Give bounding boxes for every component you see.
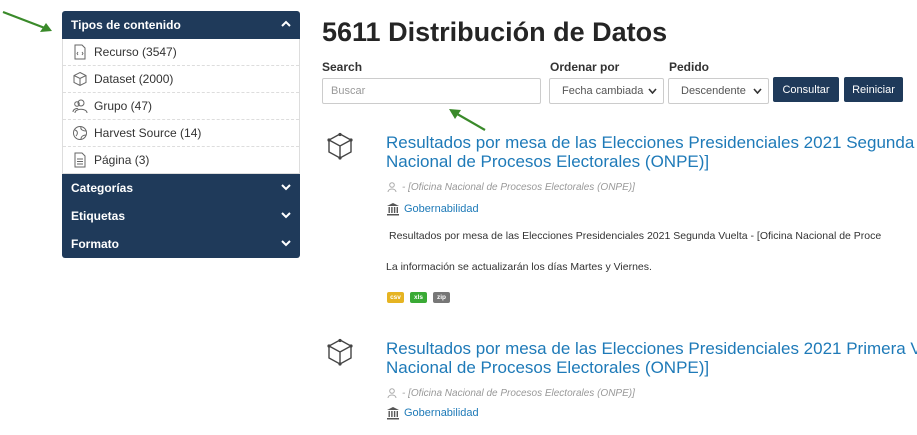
chevron-down-icon (281, 239, 291, 250)
chevron-up-icon (281, 20, 291, 31)
institution-icon (386, 406, 400, 420)
result-item: Resultados por mesa de las Elecciones Pr… (322, 128, 917, 308)
institution-icon (386, 202, 400, 216)
cube-icon (326, 132, 354, 160)
page-title: 5611 Distribución de Datos (322, 17, 668, 47)
facet-item-label: Recurso (3547) (94, 45, 177, 59)
annotation-arrow-icon (2, 10, 52, 32)
facet-title-tipos: Tipos de contenido (71, 18, 181, 32)
result-title-line1[interactable]: Resultados por mesa de las Elecciones Pr… (386, 340, 917, 358)
result-item: Resultados por mesa de las Elecciones Pr… (322, 334, 917, 435)
result-title-line2[interactable]: Nacional de Procesos Electorales (ONPE)] (386, 153, 709, 171)
page-icon (72, 152, 88, 168)
users-icon (72, 98, 88, 114)
facet-title-formato: Formato (71, 237, 119, 251)
result-category[interactable]: Gobernabilidad (386, 202, 479, 216)
chevron-down-icon (281, 183, 291, 194)
facet-item-label: Dataset (2000) (94, 72, 174, 86)
facet-item-recurso[interactable]: Recurso (3547) (63, 39, 299, 66)
sort-select-value: Fecha cambiada (562, 85, 644, 97)
result-description: Resultados por mesa de las Elecciones Pr… (389, 230, 882, 242)
annotation-arrow-icon (449, 109, 486, 131)
search-input[interactable] (322, 78, 541, 104)
format-badge-zip[interactable]: zip (433, 292, 450, 303)
sort-label: Ordenar por (550, 60, 620, 74)
result-update-note: La información se actualizarán los días … (386, 261, 652, 273)
reset-button[interactable]: Reiniciar (844, 77, 903, 102)
result-publisher: - [Oficina Nacional de Procesos Electora… (386, 387, 635, 399)
facet-item-harvest[interactable]: Harvest Source (14) (63, 120, 299, 147)
users-icon (386, 181, 398, 193)
result-publisher-text: - [Oficina Nacional de Procesos Electora… (402, 387, 635, 399)
result-title-line2[interactable]: Nacional de Procesos Electorales (ONPE)] (386, 359, 709, 377)
facet-header-tipos[interactable]: Tipos de contenido (62, 11, 300, 39)
facet-item-label: Página (3) (94, 153, 150, 167)
facet-header-categorias[interactable]: Categorías (62, 174, 300, 202)
chevron-down-icon (648, 86, 657, 97)
sort-select[interactable]: Fecha cambiada (549, 78, 664, 104)
facet-item-grupo[interactable]: Grupo (47) (63, 93, 299, 120)
facet-item-pagina[interactable]: Página (3) (63, 147, 299, 174)
globe-icon (72, 125, 88, 141)
facet-header-etiquetas[interactable]: Etiquetas (62, 202, 300, 230)
facet-item-dataset[interactable]: Dataset (2000) (63, 66, 299, 93)
file-code-icon (72, 44, 88, 60)
facet-item-label: Grupo (47) (94, 99, 153, 113)
format-badge-csv[interactable]: csv (387, 292, 404, 303)
result-publisher: - [Oficina Nacional de Procesos Electora… (386, 181, 635, 193)
result-publisher-text: - [Oficina Nacional de Procesos Electora… (402, 181, 635, 193)
format-badge-xls[interactable]: xls (410, 292, 427, 303)
main-content: 5611 Distribución de Datos Search Ordena… (322, 0, 917, 435)
order-select[interactable]: Descendente (668, 78, 769, 104)
chevron-down-icon (281, 211, 291, 222)
facet-item-label: Harvest Source (14) (94, 126, 202, 140)
facet-title-etiquetas: Etiquetas (71, 209, 126, 223)
chevron-down-icon (753, 86, 762, 97)
order-select-value: Descendente (681, 85, 746, 97)
search-label: Search (322, 60, 363, 74)
order-label: Pedido (669, 60, 710, 74)
facet-list-tipos: Recurso (3547) Dataset (2000) Grupo (47)… (62, 39, 300, 174)
submit-button[interactable]: Consultar (773, 77, 839, 102)
result-category-label: Gobernabilidad (404, 407, 479, 419)
facet-header-formato[interactable]: Formato (62, 230, 300, 258)
result-category-label: Gobernabilidad (404, 203, 479, 215)
facets-sidebar: Tipos de contenido Recurso (3547) Datase… (62, 11, 300, 258)
result-title-line1[interactable]: Resultados por mesa de las Elecciones Pr… (386, 134, 914, 152)
users-icon (386, 387, 398, 399)
cube-icon (72, 71, 88, 87)
facet-title-categorias: Categorías (71, 181, 134, 195)
cube-icon (326, 338, 354, 366)
result-category[interactable]: Gobernabilidad (386, 406, 479, 420)
